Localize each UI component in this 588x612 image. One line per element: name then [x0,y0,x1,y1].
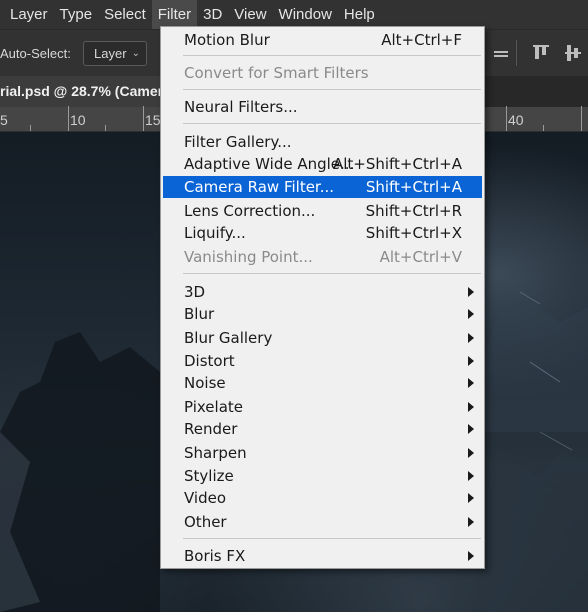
ruler-label: 40 [508,112,524,128]
menu-item-blur[interactable]: Blur [163,303,482,325]
menu-item-distort[interactable]: Distort [163,350,482,372]
submenu-arrow-icon [468,517,474,527]
menu-filter[interactable]: Filter [151,0,198,29]
menu-item-sharpen[interactable]: Sharpen [163,442,482,464]
menu-item-label: Sharpen [184,444,247,462]
menu-item-other[interactable]: Other [163,511,482,533]
align-icon[interactable] [490,42,512,64]
menu-item-label: Pixelate [184,398,243,416]
menu-item-label: Render [184,420,238,438]
menu-item-label: Stylize [184,467,234,485]
ruler-tick [30,125,31,131]
ruler-tick [68,106,69,131]
menu-item-shortcut: Alt+Ctrl+V [379,248,462,266]
menu-item-label: Camera Raw Filter... [184,178,335,196]
auto-select-value: Layer [94,46,127,61]
menu-item-boris-fx[interactable]: Boris FX [163,545,482,567]
menu-item-label: Other [184,513,227,531]
menu-item-render[interactable]: Render [163,418,482,440]
submenu-arrow-icon [468,471,474,481]
menu-divider [183,89,481,90]
submenu-arrow-icon [468,309,474,319]
menu-bar: Layer Type Select Filter 3D View Window … [0,0,588,29]
menu-window[interactable]: Window [273,0,338,29]
ruler-tick [506,106,507,131]
menu-item-label: Lens Correction... [184,202,316,220]
submenu-arrow-icon [468,333,474,343]
menu-item-neural-filters[interactable]: Neural Filters... [163,96,482,118]
submenu-arrow-icon [468,378,474,388]
menu-item-shortcut: Shift+Ctrl+A [365,178,462,196]
menu-item-convert-smart-filters: Convert for Smart Filters [163,62,482,84]
menu-item-label: Filter Gallery... [184,133,292,151]
document-tab[interactable]: rial.psd @ 28.7% (Camera [0,76,162,107]
menu-layer[interactable]: Layer [0,0,54,29]
auto-select-label: Auto-Select: [0,46,71,61]
ruler-label: 10 [70,112,86,128]
menu-item-label: 3D [184,283,206,301]
menu-item-label: Distort [184,352,235,370]
menu-item-label: Liquify... [184,224,246,242]
submenu-arrow-icon [468,424,474,434]
menu-item-label: Convert for Smart Filters [184,64,369,82]
menu-item-shortcut: Alt+Shift+Ctrl+A [332,155,462,173]
submenu-arrow-icon [468,287,474,297]
filter-menu: Motion Blur Alt+Ctrl+F Convert for Smart… [160,26,485,569]
ruler-tick [543,125,544,131]
menu-item-lens-correction[interactable]: Lens Correction... Shift+Ctrl+R [163,200,482,222]
menu-item-3d[interactable]: 3D [163,281,482,303]
options-divider [516,40,517,66]
menu-item-label: Video [184,489,227,507]
menu-item-video[interactable]: Video [163,487,482,509]
menu-3d[interactable]: 3D [197,0,228,29]
submenu-arrow-icon [468,356,474,366]
menu-item-filter-gallery[interactable]: Filter Gallery... [163,131,482,153]
menu-item-label: Vanishing Point... [184,248,313,266]
menu-item-label: Blur [184,305,215,323]
menu-item-label: Neural Filters... [184,98,298,116]
menu-select[interactable]: Select [98,0,152,29]
menu-item-vanishing-point: Vanishing Point... Alt+Ctrl+V [163,246,482,268]
menu-item-label: Motion Blur [184,31,270,49]
submenu-arrow-icon [468,402,474,412]
menu-item-label: Noise [184,374,226,392]
submenu-arrow-icon [468,448,474,458]
ruler-tick [143,106,144,131]
menu-item-shortcut: Shift+Ctrl+X [365,224,462,242]
menu-item-noise[interactable]: Noise [163,372,482,394]
menu-item-pixelate[interactable]: Pixelate [163,396,482,418]
menu-divider [183,538,481,539]
menu-item-liquify[interactable]: Liquify... Shift+Ctrl+X [163,222,482,244]
ruler-tick [105,125,106,131]
menu-item-shortcut: Alt+Ctrl+F [381,31,462,49]
menu-type[interactable]: Type [54,0,99,29]
menu-item-motion-blur[interactable]: Motion Blur Alt+Ctrl+F [163,29,482,51]
ruler-tick [581,106,582,131]
menu-item-label: Boris FX [184,547,246,565]
menu-item-label: Adaptive Wide Angle... [184,155,355,173]
submenu-arrow-icon [468,493,474,503]
menu-item-camera-raw-filter[interactable]: Camera Raw Filter... Shift+Ctrl+A [163,176,482,198]
auto-select-dropdown[interactable]: Layer ⌄ [83,41,147,66]
menu-item-blur-gallery[interactable]: Blur Gallery [163,327,482,349]
align-vcenter-icon[interactable] [562,42,584,64]
menu-item-label: Blur Gallery [184,329,273,347]
chevron-down-icon: ⌄ [131,48,140,59]
menu-item-shortcut: Shift+Ctrl+R [365,202,462,220]
ruler-label: 5 [0,112,8,128]
menu-divider [183,55,481,56]
menu-item-stylize[interactable]: Stylize [163,465,482,487]
align-top-icon[interactable] [530,42,552,64]
menu-divider [183,123,481,124]
menu-help[interactable]: Help [338,0,381,29]
menu-view[interactable]: View [228,0,272,29]
menu-divider [183,273,481,274]
ruler-label: 15 [145,112,161,128]
submenu-arrow-icon [468,551,474,561]
menu-item-adaptive-wide-angle[interactable]: Adaptive Wide Angle... Alt+Shift+Ctrl+A [163,153,482,175]
